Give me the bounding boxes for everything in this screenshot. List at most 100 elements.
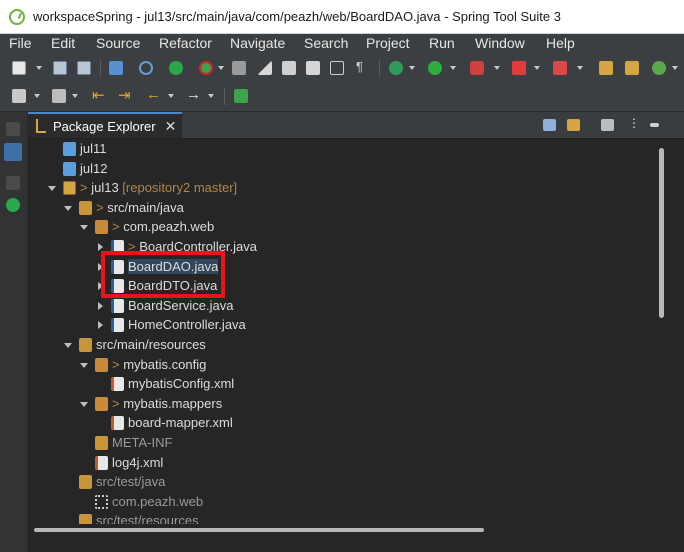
view-menu-icon[interactable]: ⋮ [628, 116, 640, 130]
menu-help[interactable]: Help [546, 35, 575, 51]
new-project-icon[interactable] [599, 61, 613, 75]
link-with-editor-icon[interactable] [567, 119, 580, 131]
back-icon[interactable]: ← [146, 86, 161, 103]
new-icon[interactable] [12, 61, 26, 75]
chevron-down-icon[interactable] [64, 205, 72, 211]
menu-window[interactable]: Window [475, 35, 525, 51]
next-annotation-icon[interactable]: ⇥ [118, 86, 132, 104]
save-icon[interactable] [53, 61, 67, 75]
minimize-icon[interactable] [650, 123, 659, 127]
chevron-down-icon[interactable] [534, 66, 540, 70]
tree-item[interactable]: > mybatis.mappers [28, 394, 656, 414]
terminal-icon[interactable] [109, 61, 123, 75]
menu-edit[interactable]: Edit [51, 35, 75, 51]
chevron-down-icon[interactable] [80, 225, 88, 231]
forward-icon[interactable]: → [186, 86, 201, 103]
chevron-down-icon[interactable] [168, 94, 174, 98]
tree-item[interactable]: > jul13 [repository2 master] [28, 178, 656, 198]
tree-item[interactable]: BoardService.java [28, 296, 656, 316]
chevron-down-icon[interactable] [36, 66, 42, 70]
tree-item-label: > com.peazh.web [112, 219, 214, 234]
new-class-icon[interactable] [652, 61, 666, 75]
menu-refactor[interactable]: Refactor [159, 35, 212, 51]
dock-icon[interactable] [330, 61, 344, 75]
minimized-view-icon[interactable] [6, 122, 20, 136]
chevron-down-icon[interactable] [409, 66, 415, 70]
vertical-scrollbar[interactable] [657, 142, 667, 524]
chevron-down-icon[interactable] [208, 94, 214, 98]
menu-run[interactable]: Run [429, 35, 455, 51]
tree-item[interactable]: HomeController.java [28, 315, 656, 335]
chevron-down-icon[interactable] [672, 66, 678, 70]
tree-item[interactable]: mybatisConfig.xml [28, 374, 656, 394]
tree-item[interactable]: jul11 [28, 139, 656, 159]
menu-file[interactable]: File [9, 35, 32, 51]
package-explorer-icon[interactable] [4, 143, 22, 161]
tree-item-text: META-INF [112, 435, 173, 450]
java-icon [111, 318, 124, 333]
chevron-down-icon[interactable] [80, 362, 88, 368]
power-icon[interactable] [169, 61, 183, 75]
tree-item[interactable]: jul12 [28, 159, 656, 179]
brush-icon[interactable] [258, 61, 272, 75]
spring-tool-suite-icon [9, 8, 25, 25]
chevron-down-icon[interactable] [72, 94, 78, 98]
chevron-down-icon[interactable] [64, 343, 72, 348]
close-icon[interactable]: ✕ [165, 118, 177, 135]
minimized-view-icon[interactable] [6, 176, 20, 190]
tree-item[interactable]: > com.peazh.web [28, 217, 656, 237]
chevron-right-icon[interactable] [98, 321, 103, 330]
boot-dashboard-icon[interactable] [6, 198, 20, 212]
tree-item[interactable]: com.peazh.web [28, 492, 656, 512]
chevron-down-icon[interactable] [577, 66, 583, 70]
link-icon[interactable] [306, 61, 320, 75]
menu-navigate[interactable]: Navigate [230, 35, 285, 51]
tree-item[interactable]: src/test/resources [28, 511, 656, 524]
scroll-thumb[interactable] [659, 148, 664, 318]
chevron-right-icon[interactable] [98, 301, 103, 310]
outline-icon[interactable] [52, 89, 66, 103]
horizontal-scrollbar[interactable] [28, 526, 656, 534]
filters-icon[interactable] [601, 119, 614, 131]
pin-editor-icon[interactable] [234, 89, 248, 103]
tree-item-label: board-mapper.xml [128, 415, 233, 430]
tree-item[interactable]: META-INF [28, 433, 656, 453]
tree-item[interactable]: > src/main/java [28, 198, 656, 218]
package-explorer-icon [36, 119, 46, 133]
dirty-marker: > [80, 180, 92, 196]
search-icon[interactable] [139, 61, 153, 75]
tree-item-label: src/test/java [96, 474, 165, 489]
save-all-icon[interactable] [77, 61, 91, 75]
stop-icon[interactable] [512, 61, 526, 75]
prev-annotation-icon[interactable]: ⇤ [92, 86, 106, 104]
menu-source[interactable]: Source [96, 35, 140, 51]
open-file-icon[interactable] [12, 89, 26, 103]
run-icon[interactable] [428, 61, 442, 75]
tree-item[interactable]: src/test/java [28, 472, 656, 492]
collapse-all-icon[interactable] [543, 119, 556, 131]
tree-item[interactable]: src/main/resources [28, 335, 656, 355]
chevron-down-icon[interactable] [48, 186, 56, 192]
run-external-icon[interactable] [470, 61, 484, 75]
chevron-down-icon[interactable] [218, 66, 224, 70]
chevron-down-icon[interactable] [34, 94, 40, 98]
debug-icon[interactable] [389, 61, 403, 75]
menu-search[interactable]: Search [304, 35, 348, 51]
menu-project[interactable]: Project [366, 35, 410, 51]
chevron-down-icon[interactable] [450, 66, 456, 70]
tree-item[interactable]: log4j.xml [28, 453, 656, 473]
open-type-icon[interactable] [625, 61, 639, 75]
paragraph-icon[interactable]: ¶ [356, 59, 370, 74]
tree-item[interactable]: board-mapper.xml [28, 413, 656, 433]
tab-package-explorer[interactable]: Package Explorer ✕ [28, 112, 182, 138]
tree-item[interactable]: > mybatis.config [28, 355, 656, 375]
spring-icon[interactable] [282, 61, 296, 75]
hammer-icon[interactable] [232, 61, 246, 75]
boot-dashboard-icon[interactable] [199, 61, 213, 75]
coverage-icon[interactable] [553, 61, 567, 75]
chevron-down-icon[interactable] [494, 66, 500, 70]
dirty-marker: > [112, 219, 124, 235]
chevron-down-icon[interactable] [80, 401, 88, 407]
scroll-thumb[interactable] [34, 528, 484, 532]
chevron-right-icon[interactable] [98, 243, 103, 251]
